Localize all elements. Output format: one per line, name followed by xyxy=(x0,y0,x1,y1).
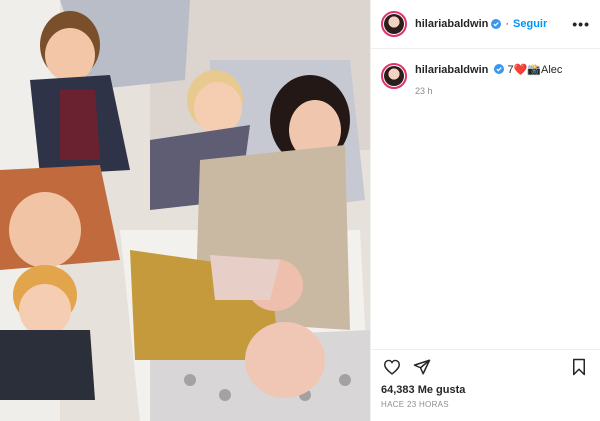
caption-username[interactable]: hilariabaldwin xyxy=(415,64,488,76)
caption-emoji: ❤️📸 xyxy=(513,64,542,76)
caption-time[interactable]: 23 h xyxy=(415,86,562,96)
username[interactable]: hilariabaldwin xyxy=(415,18,488,30)
caption-body: hilariabaldwin 7❤️📸Alec 23 h xyxy=(415,63,562,96)
separator-dot: · xyxy=(505,18,510,30)
comments-area xyxy=(371,96,600,349)
caption-row: hilariabaldwin 7❤️📸Alec 23 h xyxy=(371,49,600,96)
like-button[interactable] xyxy=(381,356,403,378)
avatar[interactable] xyxy=(381,11,407,37)
posted-time[interactable]: HACE 23 HORAS xyxy=(371,396,600,409)
photo-illustration xyxy=(0,0,370,421)
avatar-image xyxy=(384,14,404,34)
verified-icon xyxy=(494,64,505,74)
bottom-spacer xyxy=(371,409,600,421)
caption-avatar-image xyxy=(384,66,404,86)
post-sidebar: hilariabaldwin · Seguir ••• hilariabaldw… xyxy=(370,0,600,421)
likes-count[interactable]: 64,383 Me gusta xyxy=(371,384,600,396)
follow-button[interactable]: Seguir xyxy=(513,18,547,30)
post-photo[interactable] xyxy=(0,0,370,421)
post-header: hilariabaldwin · Seguir ••• xyxy=(371,0,600,49)
caption-text: Alec xyxy=(541,64,563,76)
more-icon[interactable]: ••• xyxy=(572,16,590,32)
caption-avatar[interactable] xyxy=(381,63,407,89)
action-bar xyxy=(371,349,600,384)
bookmark-icon xyxy=(573,358,585,376)
verified-icon xyxy=(491,19,502,29)
share-button[interactable] xyxy=(411,356,433,378)
heart-icon xyxy=(383,359,401,375)
instagram-post: hilariabaldwin · Seguir ••• hilariabaldw… xyxy=(0,0,600,421)
share-icon xyxy=(413,359,431,375)
save-button[interactable] xyxy=(568,356,590,378)
